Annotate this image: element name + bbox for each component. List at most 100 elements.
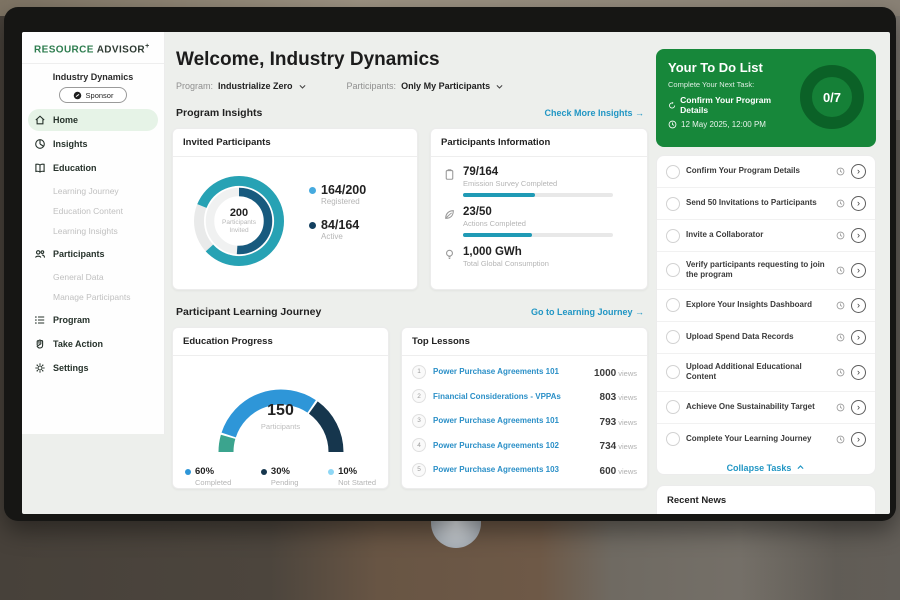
arrow-right-icon: →: [635, 108, 644, 118]
active-value: 84/164: [321, 218, 359, 232]
stat-label: Total Global Consumption: [463, 259, 549, 268]
emission-survey-stat: 79/164 Emission Survey Completed: [431, 157, 647, 197]
sidebar-item-general-data[interactable]: General Data: [28, 267, 158, 287]
task-checkbox[interactable]: [666, 229, 680, 243]
open-task-button[interactable]: ›: [851, 330, 866, 345]
active-dot: [309, 222, 316, 229]
open-task-button[interactable]: ›: [851, 432, 866, 447]
todo-column: Your To Do List Complete Your Next Task:…: [656, 49, 876, 514]
task-checkbox[interactable]: [666, 263, 680, 277]
open-task-button[interactable]: ›: [851, 365, 866, 380]
completed-label: Completed: [195, 478, 231, 487]
card-title: Education Progress: [173, 328, 388, 356]
task-checkbox[interactable]: [666, 298, 680, 312]
education-gauge-chart: 150 Participants: [186, 364, 376, 460]
views-count: 1000: [594, 368, 616, 379]
sidebar-item-take-action[interactable]: Take Action: [28, 333, 158, 355]
clock-icon: [836, 167, 845, 176]
insights-icon: [34, 138, 46, 150]
todo-task-row[interactable]: Invite a Collaborator ›: [657, 220, 875, 252]
open-task-button[interactable]: ›: [851, 263, 866, 278]
sidebar-item-label: Take Action: [53, 339, 103, 349]
open-task-button[interactable]: ›: [851, 298, 866, 313]
lesson-link[interactable]: Power Purchase Agreements 101: [433, 416, 593, 425]
lesson-link[interactable]: Financial Considerations - VPPAs: [433, 392, 593, 401]
sponsor-icon: [73, 91, 82, 100]
sidebar-item-program[interactable]: Program: [28, 309, 158, 331]
registered-label: Registered: [321, 197, 366, 206]
todo-task-row[interactable]: Complete Your Learning Journey ›: [657, 424, 875, 455]
program-list-icon: [34, 314, 46, 326]
check-more-insights-link[interactable]: Check More Insights →: [544, 108, 644, 118]
collapse-tasks-link[interactable]: Collapse Tasks: [657, 455, 875, 475]
open-task-button[interactable]: ›: [851, 228, 866, 243]
clock-icon: [836, 368, 845, 377]
invited-participants-card: Invited Participants 200: [172, 128, 418, 290]
program-dropdown[interactable]: Program: Industrialize Zero: [176, 81, 307, 91]
todo-task-row[interactable]: Achieve One Sustainability Target ›: [657, 392, 875, 424]
lesson-row: 1 Power Purchase Agreements 101 1000view…: [402, 356, 647, 381]
leaf-icon: [443, 208, 456, 221]
task-checkbox[interactable]: [666, 165, 680, 179]
lightbulb-icon: [443, 248, 456, 261]
views-count: 803: [600, 392, 617, 403]
clock-icon: [836, 231, 845, 240]
org-name: Industry Dynamics: [22, 72, 164, 82]
participants-value: Only My Participants: [401, 81, 490, 91]
sidebar-item-label: Education: [53, 163, 97, 173]
todo-task-row[interactable]: Verify participants requesting to join t…: [657, 252, 875, 290]
participants-label: Participants:: [347, 81, 397, 91]
program-value: Industrialize Zero: [218, 81, 293, 91]
sidebar-item-manage-participants[interactable]: Manage Participants: [28, 287, 158, 307]
active-label: Active: [321, 232, 366, 241]
sidebar-item-education-content[interactable]: Education Content: [28, 201, 158, 221]
card-title: Invited Participants: [173, 129, 417, 157]
clock-icon: [836, 435, 845, 444]
sidebar-item-education[interactable]: Education: [28, 157, 158, 179]
sidebar-item-learning-insights[interactable]: Learning Insights: [28, 221, 158, 241]
todo-task-row[interactable]: Confirm Your Program Details ›: [657, 156, 875, 188]
task-checkbox[interactable]: [666, 432, 680, 446]
invited-total: 200: [230, 207, 248, 219]
actions-progress-bar: [463, 233, 613, 237]
chevron-up-icon: [796, 463, 805, 472]
participants-dropdown[interactable]: Participants: Only My Participants: [347, 81, 505, 91]
todo-progress-ring: 0/7: [800, 65, 864, 129]
lesson-link[interactable]: Power Purchase Agreements 102: [433, 441, 593, 450]
todo-task-row[interactable]: Explore Your Insights Dashboard ›: [657, 290, 875, 322]
lesson-row: 5 Power Purchase Agreements 103 600views: [402, 454, 647, 479]
sidebar-item-participants[interactable]: Participants: [28, 243, 158, 265]
lesson-row: 4 Power Purchase Agreements 102 734views: [402, 430, 647, 455]
section-title: Program Insights: [176, 107, 262, 119]
app-logo: RESOURCE ADVISOR+: [22, 32, 164, 64]
clock-icon: [836, 266, 845, 275]
task-checkbox[interactable]: [666, 365, 680, 379]
lesson-link[interactable]: Power Purchase Agreements 103: [433, 465, 593, 474]
emission-progress-bar: [463, 193, 613, 197]
todo-task-row[interactable]: Upload Spend Data Records ›: [657, 322, 875, 354]
arrow-right-icon: →: [635, 307, 644, 317]
invited-total-label: Participants Invited: [213, 219, 265, 236]
task-checkbox[interactable]: [666, 197, 680, 211]
actions-completed-stat: 23/50 Actions Completed: [431, 197, 647, 237]
lesson-link[interactable]: Power Purchase Agreements 101: [433, 367, 587, 376]
go-to-learning-journey-link[interactable]: Go to Learning Journey →: [531, 307, 644, 317]
views-word: views: [618, 369, 637, 378]
task-checkbox[interactable]: [666, 400, 680, 414]
survey-clipboard-icon: [443, 168, 456, 181]
todo-task-row[interactable]: Upload Additional Educational Content ›: [657, 354, 875, 392]
sidebar-item-insights[interactable]: Insights: [28, 133, 158, 155]
todo-task-row[interactable]: Send 50 Invitations to Participants ›: [657, 188, 875, 220]
open-task-button[interactable]: ›: [851, 196, 866, 211]
brand-left: RESOURCE: [34, 44, 94, 55]
task-checkbox[interactable]: [666, 330, 680, 344]
lesson-row: 2 Financial Considerations - VPPAs 803vi…: [402, 381, 647, 406]
clock-icon: [836, 403, 845, 412]
sidebar-item-learning-journey[interactable]: Learning Journey: [28, 181, 158, 201]
open-task-button[interactable]: ›: [851, 400, 866, 415]
open-task-button[interactable]: ›: [851, 164, 866, 179]
stat-value: 23/50: [463, 206, 613, 218]
sidebar-item-settings[interactable]: Settings: [28, 357, 158, 379]
sidebar-item-home[interactable]: Home: [28, 109, 158, 131]
monitor-bezel: RESOURCE ADVISOR+ Industry Dynamics Spon…: [4, 7, 896, 521]
